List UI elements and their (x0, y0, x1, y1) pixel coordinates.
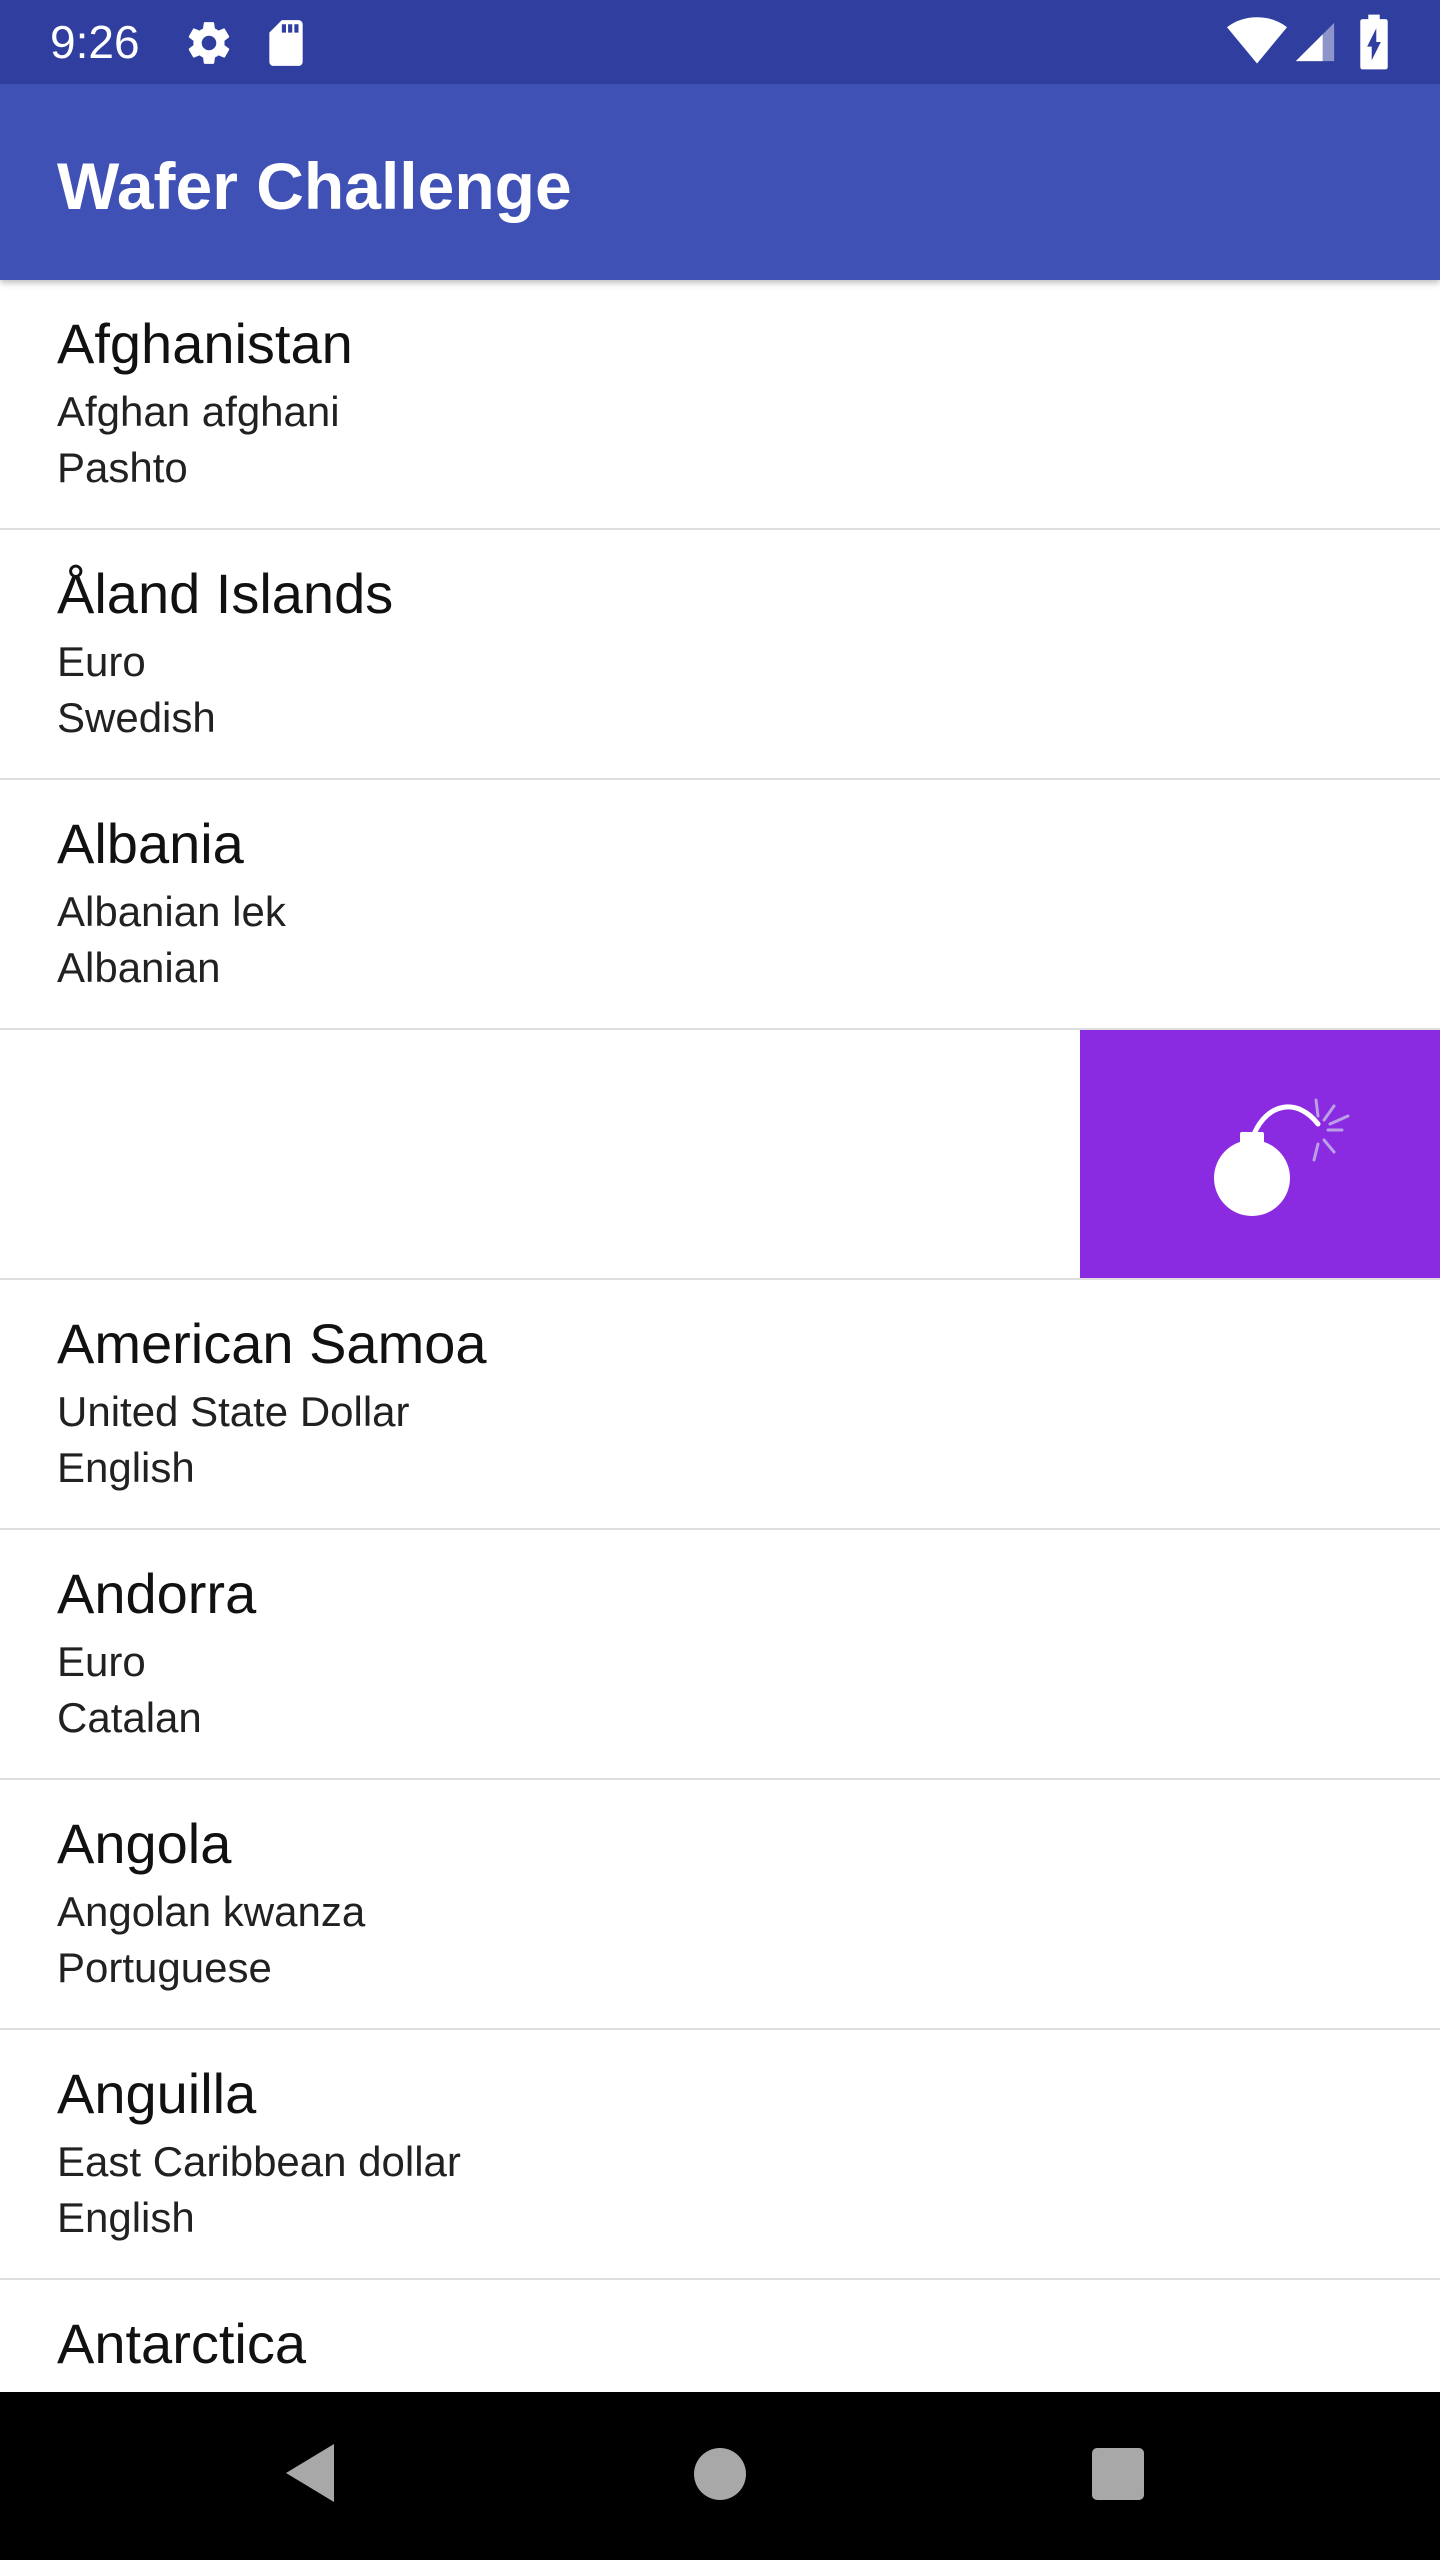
country-name: Antarctica (57, 2312, 306, 2375)
app-bar: Wafer Challenge (0, 84, 1440, 280)
country-currency: Euro (57, 638, 146, 685)
list-item-swiped[interactable] (0, 1030, 1440, 1282)
country-language: Pashto (57, 444, 188, 491)
country-name: Åland Islands (57, 562, 394, 625)
list-item[interactable]: Åland Islands Euro Swedish (0, 530, 1440, 782)
country-currency: Angolan kwanza (57, 1888, 366, 1935)
list-item[interactable]: American Samoa United State Dollar Engli… (0, 1280, 1440, 1532)
country-name: Albania (57, 812, 244, 875)
country-currency: Albanian lek (57, 888, 286, 935)
country-currency: Euro (57, 1638, 146, 1685)
country-language: Portuguese (57, 1944, 272, 1991)
country-currency: Afghan afghani (57, 388, 340, 435)
country-list[interactable]: Afghanistan Afghan afghani Pashto Åland … (0, 280, 1440, 2392)
list-item[interactable]: Albania Albanian lek Albanian (0, 780, 1440, 1032)
recents-icon[interactable] (1090, 2446, 1146, 2507)
country-language: English (57, 1444, 195, 1491)
battery-charging-icon (1358, 14, 1390, 75)
country-language: Swedish (57, 694, 216, 741)
country-name: Andorra (57, 1562, 257, 1625)
country-currency: East Caribbean dollar (57, 2138, 461, 2185)
gear-icon (184, 18, 234, 73)
wifi-icon (1226, 16, 1288, 71)
sd-card-icon (264, 18, 308, 73)
status-time: 9:26 (50, 16, 140, 68)
app-title: Wafer Challenge (57, 149, 572, 223)
list-item[interactable]: Anguilla East Caribbean dollar English (0, 2030, 1440, 2282)
country-language: Albanian (57, 944, 221, 991)
list-item[interactable]: Antarctica (0, 2280, 1440, 2392)
country-name: Afghanistan (57, 312, 353, 375)
cell-signal-icon (1292, 18, 1338, 71)
navigation-bar (0, 2392, 1440, 2560)
country-language: English (57, 2194, 195, 2241)
country-currency: United State Dollar (57, 1388, 410, 1435)
delete-swipe-action[interactable] (1080, 1030, 1440, 1278)
home-icon[interactable] (692, 2446, 748, 2507)
list-item[interactable]: Angola Angolan kwanza Portuguese (0, 1780, 1440, 2032)
list-item[interactable]: Afghanistan Afghan afghani Pashto (0, 280, 1440, 532)
country-name: American Samoa (57, 1312, 487, 1375)
list-item[interactable]: Andorra Euro Catalan (0, 1530, 1440, 1782)
back-icon[interactable] (282, 2440, 342, 2511)
country-name: Anguilla (57, 2062, 257, 2125)
bomb-icon (1210, 1090, 1380, 1225)
country-name: Angola (57, 1812, 232, 1875)
country-language: Catalan (57, 1694, 202, 1741)
status-bar: 9:26 (0, 0, 1440, 84)
